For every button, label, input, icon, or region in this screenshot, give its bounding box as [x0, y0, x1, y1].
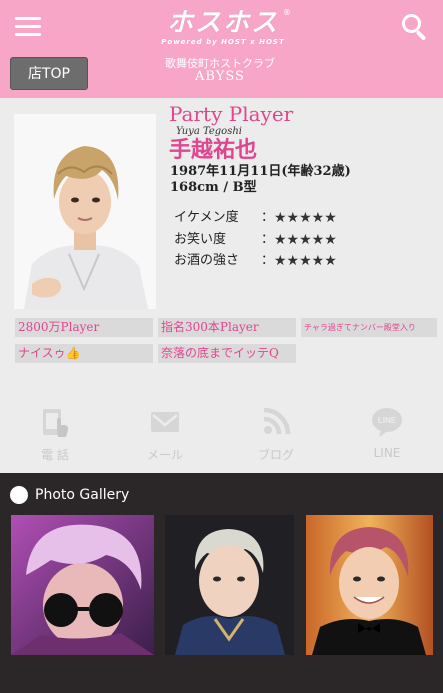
phone-label: 電 話 [41, 448, 69, 462]
player-name: 手越祐也 [169, 137, 258, 163]
logo-registered-mark: ® [283, 8, 291, 17]
gallery-bullet-icon [10, 486, 28, 504]
stat-label: お酒の強さ [174, 253, 240, 268]
blog-button[interactable]: ブログ [236, 406, 316, 466]
mail-button[interactable]: メール [125, 406, 205, 466]
logo-subtitle: Powered by HOST x HOST [161, 38, 285, 46]
stat-row: お酒の強さ ： ★★★★★ [174, 251, 364, 271]
gallery-photo[interactable] [306, 515, 433, 655]
photo-gallery-section: Photo Gallery [0, 473, 443, 693]
hamburger-menu-icon[interactable] [15, 17, 41, 37]
stat-row: お笑い度 ： ★★★★★ [174, 230, 364, 250]
line-label: LINE [373, 446, 401, 460]
phone-icon [43, 409, 69, 437]
player-height-blood: 168cm / B型 [170, 180, 257, 195]
stat-colon: ： [261, 210, 275, 225]
profile-tag: 2800万Player [15, 318, 153, 337]
player-role: Party Player [169, 102, 294, 126]
app-header: ホスホス ® Powered by HOST x HOST 店TOP 歌舞伎町ホ… [0, 0, 443, 98]
stat-stars: ★★★★★ [274, 210, 337, 226]
stat-label: お笑い度 [174, 232, 227, 247]
club-name: ABYSS [195, 69, 245, 84]
gallery-title: Photo Gallery [35, 487, 130, 503]
profile-photo [14, 114, 156, 309]
search-icon[interactable] [401, 13, 429, 41]
mail-icon [151, 412, 179, 432]
phone-button[interactable]: 電 話 [15, 406, 95, 466]
line-icon-text: LINE [378, 416, 397, 425]
profile-section: Party Player Yuya Tegoshi 手越祐也 1987年11月1… [0, 98, 443, 473]
player-birthdate: 1987年11月11日(年齢32歳) [170, 164, 351, 179]
gallery-photo[interactable] [165, 515, 294, 655]
blog-label: ブログ [257, 448, 294, 462]
site-logo[interactable]: ホスホス ® Powered by HOST x HOST [153, 8, 293, 48]
stat-colon: ： [261, 253, 275, 268]
profile-tag: ナイスゥ👍 [15, 344, 153, 363]
profile-tag: チャラ過ぎてナンバー殿堂入り [301, 318, 437, 337]
stat-row: イケメン度 ： ★★★★★ [174, 208, 364, 228]
profile-tag: 指名300本Player [158, 318, 296, 337]
logo-main-text: ホスホス [166, 8, 279, 38]
stat-colon: ： [261, 232, 275, 247]
stat-stars: ★★★★★ [274, 253, 337, 269]
stat-stars: ★★★★★ [274, 232, 337, 248]
stat-label: イケメン度 [174, 210, 239, 225]
mail-label: メール [146, 448, 183, 462]
line-icon: LINE [372, 408, 402, 437]
profile-tag: 奈落の底までイッテQ [158, 344, 296, 363]
store-top-button[interactable]: 店TOP [10, 57, 88, 90]
rss-icon [263, 407, 291, 435]
gallery-photo[interactable] [11, 515, 154, 655]
line-button[interactable]: LINE LINE [347, 406, 427, 466]
